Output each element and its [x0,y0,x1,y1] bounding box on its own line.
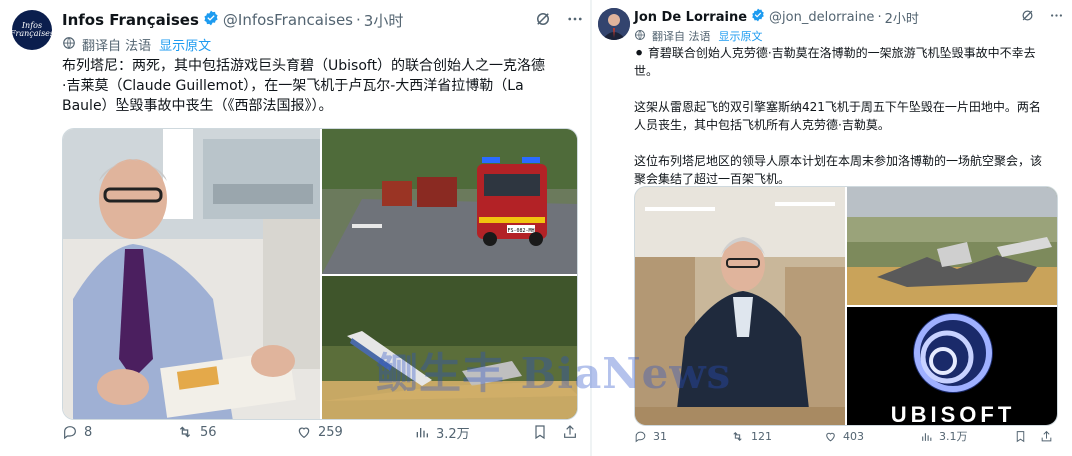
retweet-button[interactable]: 121 [730,430,772,443]
retweet-button[interactable]: 56 [176,424,217,440]
translate-icon [634,29,646,44]
media-photo-portrait[interactable] [63,129,320,419]
more-icon[interactable] [566,10,584,32]
tweet-header: Infos Françaises @InfosFrancaises · 3小时 [62,10,404,31]
retweet-count: 56 [200,424,217,440]
translated-from-label: 翻译自 法语 [82,39,152,54]
like-button[interactable]: 403 [824,430,864,443]
reply-button[interactable]: 8 [62,424,92,440]
grok-icon[interactable] [1020,8,1035,27]
like-count: 259 [318,424,343,440]
tweet-text: 布列塔尼：两死，其中包括游戏巨头育碧（Ubisoft）的联合创始人之一克洛德 ·… [62,58,546,114]
tweet-time[interactable]: 2小时 [885,8,919,27]
reply-icon [64,426,76,440]
show-original-link[interactable]: 显示原文 [719,28,763,44]
ubisoft-logo-text: UBISOFT [890,402,1016,426]
watermark: 鲗生丰 BiaNews [376,349,732,398]
more-icon[interactable] [1049,8,1064,27]
reply-button[interactable]: 31 [634,430,667,443]
views-icon [922,432,932,441]
bookmark-icon [1016,430,1025,442]
views-icon [416,428,428,438]
like-count: 403 [843,429,864,443]
media-photo-crash-site[interactable] [847,187,1057,305]
author-name[interactable]: Jon De Lorraine [634,10,747,25]
bookmark-button[interactable] [1014,430,1027,443]
views-button[interactable]: 3.1万 [920,428,968,444]
share-icon [1041,430,1052,441]
share-button[interactable] [1040,430,1053,443]
tweet-text: ⚫ 育碧联合创始人克劳德·吉勒莫在洛博勒的一架旅游飞机坠毁事故中不幸去 世。 这… [634,46,1043,186]
grok-icon[interactable] [534,10,552,32]
reply-count: 31 [653,429,667,443]
translate-row: 翻译自 法语 显示原文 [634,28,763,44]
like-button[interactable]: 259 [296,424,343,440]
author-name[interactable]: Infos Françaises [62,11,199,29]
views-button[interactable]: 3.2万 [414,423,470,442]
tweet-time[interactable]: 3小时 [364,10,404,31]
views-count: 3.1万 [939,430,968,443]
reply-icon [635,431,646,442]
share-button[interactable] [562,424,578,440]
vehicle-plate: FS-082-MH [507,228,534,234]
bookmark-icon [535,425,545,440]
author-handle[interactable]: @InfosFrancaises [223,11,353,29]
tweet-header: Jon De Lorraine @jon_delorraine · 2小时 [634,8,919,27]
verified-badge-icon [203,10,219,30]
media-ubisoft-logo[interactable]: UBISOFT [847,307,1057,426]
share-icon [564,425,576,438]
translated-from-label: 翻译自 法语 [652,30,711,43]
retweet-icon [733,431,742,441]
retweet-icon [179,426,191,438]
views-count: 3.2万 [436,426,470,442]
like-icon [826,432,835,441]
avatar[interactable] [598,8,630,40]
retweet-count: 121 [751,429,772,443]
translate-row: 翻译自 法语 显示原文 [62,35,211,54]
media-photo-emergency-vehicles[interactable]: FS-082-MH [322,129,577,274]
verified-badge-icon [751,8,765,26]
author-handle[interactable]: @jon_delorraine [769,10,874,25]
reply-count: 8 [84,424,93,440]
like-icon [298,427,310,439]
show-original-link[interactable]: 显示原文 [159,35,211,54]
bookmark-button[interactable] [532,424,548,440]
avatar[interactable]: Infos Françaises [12,10,52,50]
translate-icon [62,36,76,54]
